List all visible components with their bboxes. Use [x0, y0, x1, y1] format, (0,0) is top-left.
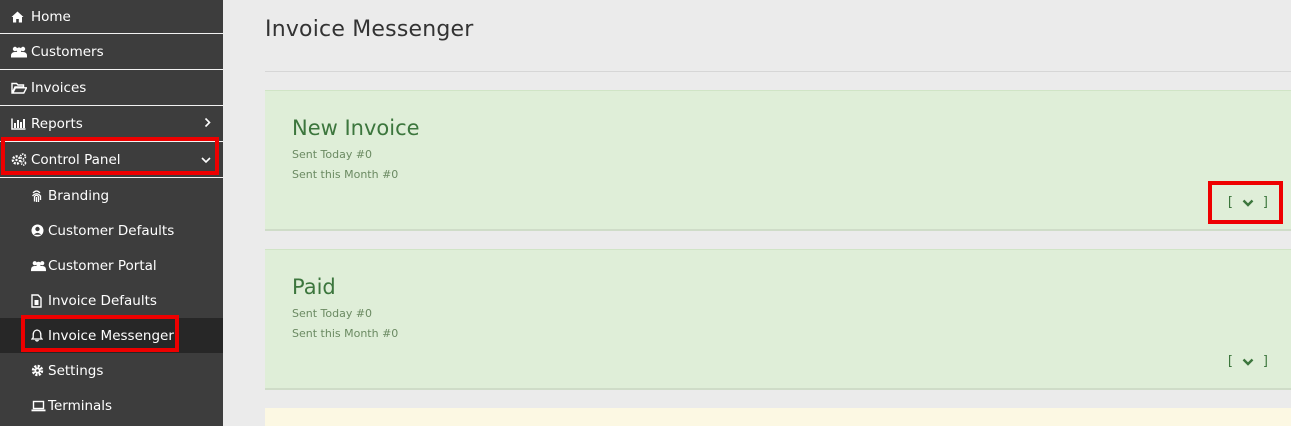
- sidebar-item-label: Invoices: [31, 79, 87, 96]
- sidebar-subitem-customer-defaults[interactable]: Customer Defaults: [0, 213, 223, 248]
- sidebar-subitem-invoice-defaults[interactable]: Invoice Defaults: [0, 283, 223, 318]
- message-card-new-invoice: New Invoice Sent Today #0 Sent this Mont…: [265, 90, 1291, 231]
- card-sent-today: Sent Today #0: [292, 307, 373, 320]
- message-card-paid: Paid Sent Today #0 Sent this Month #0 [ …: [265, 249, 1291, 390]
- card-title: Paid: [292, 275, 336, 299]
- chevron-down-icon: [201, 153, 211, 166]
- sidebar-item-control-panel[interactable]: Control Panel: [0, 142, 223, 178]
- card-expand-toggle[interactable]: [ ]: [1228, 354, 1268, 369]
- sidebar-subitem-label: Settings: [48, 362, 104, 379]
- divider: [265, 71, 1291, 72]
- cog-icon: [31, 364, 46, 378]
- toggle-close-bracket: ]: [1262, 195, 1268, 210]
- sidebar-subitem-invoice-messenger[interactable]: Invoice Messenger: [0, 318, 223, 353]
- users-icon: [31, 259, 46, 273]
- sidebar-subitem-branding[interactable]: Branding: [0, 178, 223, 213]
- file-invoice-icon: [31, 293, 46, 308]
- sidebar-subitem-label: Branding: [48, 187, 110, 204]
- message-card-partial: [265, 408, 1291, 426]
- card-title: New Invoice: [292, 116, 420, 140]
- sidebar-subitem-label: Terminals: [48, 397, 113, 414]
- sidebar-subitem-label: Customer Portal: [48, 257, 157, 274]
- sidebar-subitem-settings[interactable]: Settings: [0, 353, 223, 388]
- chevron-down-icon[interactable]: [1242, 199, 1254, 207]
- sidebar: Home Customers Invoices Reports Control …: [0, 0, 223, 426]
- fingerprint-icon: [31, 189, 46, 203]
- chevron-down-icon[interactable]: [1242, 358, 1254, 366]
- folder-open-icon: [11, 81, 28, 95]
- sidebar-item-label: Reports: [31, 115, 83, 132]
- sidebar-subitem-label: Invoice Defaults: [48, 292, 157, 309]
- card-sent-month: Sent this Month #0: [292, 327, 399, 340]
- main-content: Invoice Messenger New Invoice Sent Today…: [223, 0, 1291, 426]
- sidebar-item-customers[interactable]: Customers: [0, 34, 223, 70]
- users-icon: [11, 45, 28, 59]
- gears-icon: [11, 153, 28, 167]
- sidebar-subitem-label: Invoice Messenger: [48, 327, 174, 344]
- page-title: Invoice Messenger: [265, 17, 474, 42]
- sidebar-subitem-customer-portal[interactable]: Customer Portal: [0, 248, 223, 283]
- card-sent-month: Sent this Month #0: [292, 168, 399, 181]
- chevron-right-icon: [204, 117, 211, 130]
- toggle-close-bracket: ]: [1262, 354, 1268, 369]
- sidebar-item-home[interactable]: Home: [0, 0, 223, 34]
- user-circle-icon: [31, 224, 46, 238]
- laptop-icon: [31, 399, 46, 413]
- sidebar-item-label: Home: [31, 8, 71, 25]
- toggle-open-bracket: [: [1227, 195, 1233, 210]
- toggle-open-bracket: [: [1227, 354, 1233, 369]
- bar-chart-icon: [11, 117, 28, 131]
- card-expand-toggle[interactable]: [ ]: [1228, 195, 1268, 210]
- sidebar-subitem-label: Customer Defaults: [48, 222, 175, 239]
- card-sent-today: Sent Today #0: [292, 148, 373, 161]
- sidebar-item-label: Customers: [31, 43, 104, 60]
- sidebar-item-reports[interactable]: Reports: [0, 106, 223, 142]
- sidebar-item-label: Control Panel: [31, 151, 121, 168]
- sidebar-subitem-terminals[interactable]: Terminals: [0, 388, 223, 423]
- home-icon: [11, 10, 28, 24]
- bell-icon: [31, 329, 46, 343]
- sidebar-item-invoices[interactable]: Invoices: [0, 70, 223, 106]
